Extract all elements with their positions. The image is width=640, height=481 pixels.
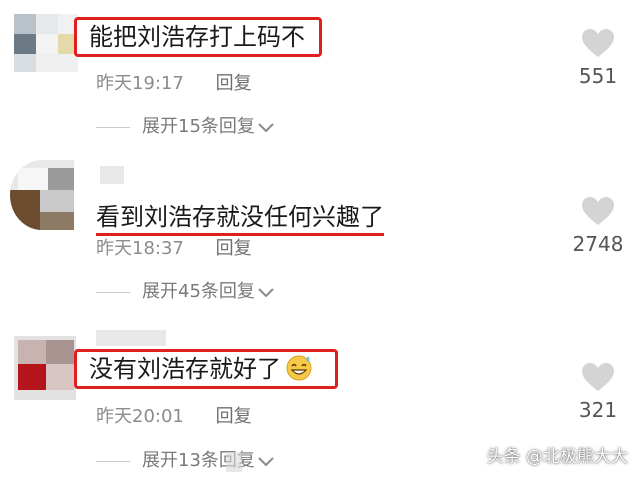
like-count: 321 (578, 398, 618, 422)
grinning-sweat-emoji (285, 353, 313, 387)
comment-text-highlighted: 没有刘浩存就好了 (89, 355, 281, 383)
avatar[interactable] (14, 14, 78, 72)
reply-button[interactable]: 回复 (216, 406, 252, 427)
comment-time: 昨天19:17 (96, 73, 184, 94)
divider-line (96, 291, 130, 293)
like-count: 551 (578, 64, 618, 88)
comment-time: 昨天18:37 (96, 238, 184, 259)
reply-button[interactable]: 回复 (216, 238, 252, 259)
expand-replies-label: 展开15条回复 (142, 116, 255, 137)
like-count: 2748 (572, 232, 624, 256)
like-control: 551 (566, 28, 630, 88)
chevron-down-icon (257, 282, 275, 303)
blurred-area (226, 452, 242, 472)
blurred-area (96, 330, 166, 346)
expand-replies-label: 展开45条回复 (142, 281, 255, 302)
like-control: 321 (566, 362, 630, 422)
expand-replies-button[interactable]: 展开45条回复 (96, 277, 275, 303)
reply-button[interactable]: 回复 (216, 73, 252, 94)
heart-icon[interactable] (581, 28, 615, 58)
chevron-down-icon (257, 451, 275, 472)
watermark: 头条 @北极熊大大 (486, 447, 628, 467)
comment-text-highlighted: 能把刘浩存打上码不 (74, 17, 322, 57)
divider-line (96, 126, 130, 128)
blurred-area (100, 166, 124, 184)
comment-text-underlined: 看到刘浩存就没任何兴趣了 (96, 203, 384, 236)
avatar[interactable] (10, 160, 74, 230)
heart-icon[interactable] (581, 362, 615, 392)
chevron-down-icon (257, 117, 275, 138)
comment-meta: 昨天20:01 回复 (96, 402, 252, 428)
divider-line (96, 460, 130, 462)
comment-time: 昨天20:01 (96, 406, 184, 427)
expand-replies-button[interactable]: 展开13条回复 (96, 446, 275, 472)
avatar[interactable] (14, 336, 76, 400)
comment-meta: 昨天18:37 回复 (96, 234, 252, 260)
heart-icon[interactable] (581, 196, 615, 226)
comment-meta: 昨天19:17 回复 (96, 69, 252, 95)
expand-replies-button[interactable]: 展开15条回复 (96, 112, 275, 138)
like-control: 2748 (566, 196, 630, 256)
